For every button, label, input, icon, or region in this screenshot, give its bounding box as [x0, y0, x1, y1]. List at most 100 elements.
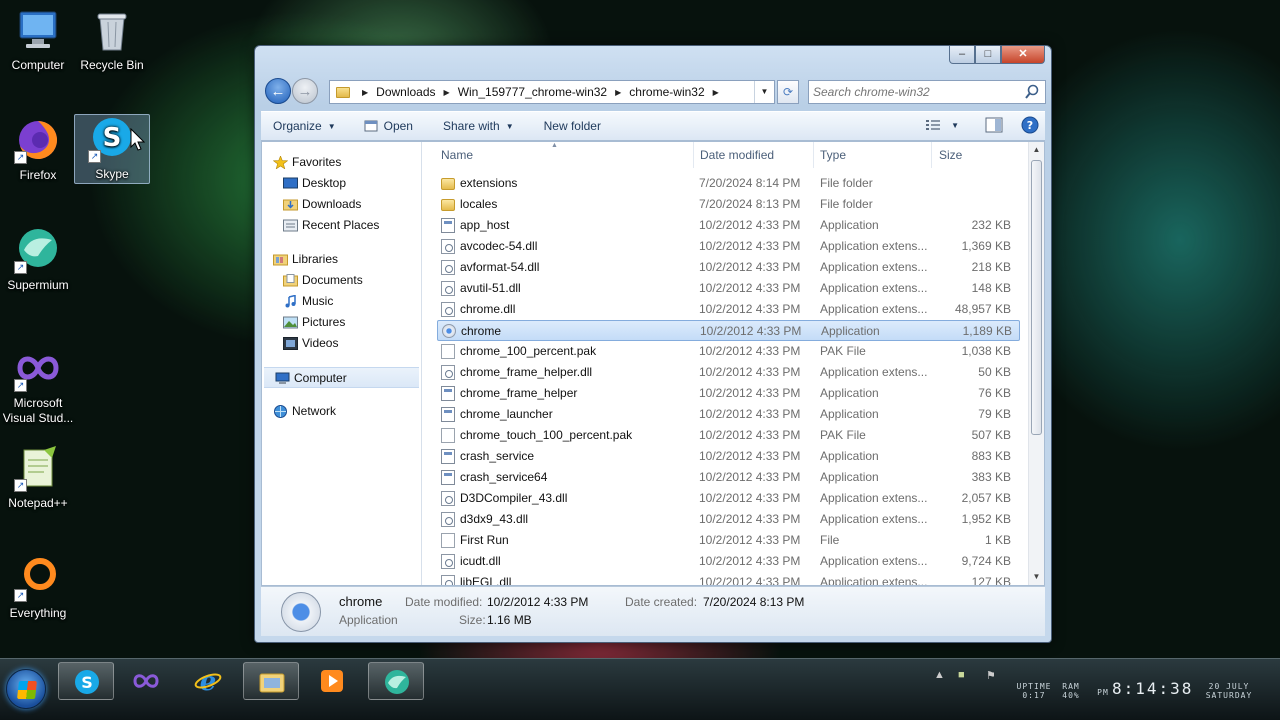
nav-label: Network [292, 404, 337, 418]
action-center-flag-icon[interactable]: ⚑ [986, 669, 996, 682]
search-box[interactable] [808, 80, 1046, 104]
file-row[interactable]: chrome_100_percent.pak 10/2/2012 4:33 PM P… [423, 341, 1028, 362]
file-name: crash_service64 [460, 470, 548, 484]
file-row[interactable]: D3DCompiler_43.dll 10/2/2012 4:33 PM Appli… [423, 488, 1028, 509]
nav-item-computer[interactable]: Computer [264, 367, 419, 388]
file-type: File [820, 533, 840, 547]
nav-item-recent-places[interactable]: Recent Places [262, 215, 421, 236]
folder-icon [336, 86, 350, 98]
new-folder-label: New folder [543, 119, 601, 133]
column-header-type[interactable]: Type [820, 142, 920, 168]
desktop-icon-everything[interactable]: ↗ Everything [0, 554, 76, 621]
file-row[interactable]: First Run 10/2/2012 4:33 PM File 1 KB [423, 530, 1028, 551]
desktop-icon-recycle-bin[interactable]: Recycle Bin [74, 6, 150, 73]
taskbar-app-media-player[interactable] [304, 662, 360, 700]
chevron-right-icon[interactable]: ▶ [615, 88, 621, 97]
file-row[interactable]: chrome_touch_100_percent.pak 10/2/2012 4:… [423, 425, 1028, 446]
show-hidden-icons-chevron-up-icon[interactable]: ▲ [934, 669, 945, 681]
column-divider[interactable] [813, 142, 814, 168]
file-row[interactable]: locales 7/20/2024 8:13 PM File folder [423, 194, 1028, 215]
nav-item-videos[interactable]: Videos [262, 333, 421, 354]
clock-time[interactable]: 8:14:38 [1112, 679, 1193, 698]
scroll-up-icon[interactable]: ▲ [1029, 142, 1044, 158]
breadcrumb-win-159777[interactable]: Win_159777_chrome-win32 [458, 85, 607, 99]
column-header-date-modified[interactable]: Date modified [700, 142, 810, 168]
scrollbar-thumb[interactable] [1031, 160, 1042, 435]
back-button[interactable]: ← [265, 78, 291, 104]
file-row[interactable]: app_host 10/2/2012 4:33 PM Application 232 … [423, 215, 1028, 236]
breadcrumb-downloads[interactable]: Downloads [376, 85, 435, 99]
file-row[interactable]: avformat-54.dll 10/2/2012 4:33 PM Applicat… [423, 257, 1028, 278]
file-row[interactable]: chrome_launcher 10/2/2012 4:33 PM Applicat… [423, 404, 1028, 425]
address-bar[interactable]: ▶ Downloads ▶ Win_159777_chrome-win32 ▶ … [329, 80, 775, 104]
clock-weekday[interactable]: SATURDAY [1194, 692, 1264, 700]
file-row[interactable]: extensions 7/20/2024 8:14 PM File folder [423, 173, 1028, 194]
chevron-right-icon[interactable]: ▶ [362, 88, 368, 97]
search-icon[interactable] [1025, 84, 1039, 100]
file-row[interactable]: chrome_frame_helper 10/2/2012 4:33 PM Appl… [423, 383, 1028, 404]
file-row[interactable]: libEGL.dll 10/2/2012 4:33 PM Application e… [423, 572, 1028, 585]
file-row[interactable]: avutil-51.dll 10/2/2012 4:33 PM Applicatio… [423, 278, 1028, 299]
nav-item-documents[interactable]: Documents [262, 270, 421, 291]
file-row[interactable]: chrome 10/2/2012 4:33 PM Application 1,189 … [437, 320, 1020, 341]
tray-app-icon[interactable]: ■ [958, 669, 965, 681]
taskbar-app-visual-studio[interactable] [118, 662, 174, 700]
search-input[interactable] [809, 81, 1009, 103]
file-size: 50 KB [978, 365, 1011, 379]
share-with-menu-button[interactable]: Share with ▼ [423, 119, 524, 133]
dll-icon [441, 512, 455, 527]
column-header-size[interactable]: Size [939, 142, 1009, 168]
file-name: locales [460, 197, 498, 211]
taskbar-app-windows-explorer[interactable] [243, 662, 299, 700]
nav-item-desktop[interactable]: Desktop [262, 173, 421, 194]
refresh-button[interactable]: ⟳ [777, 80, 799, 104]
taskbar-app-supermium[interactable] [368, 662, 424, 700]
new-folder-button[interactable]: New folder [524, 119, 611, 133]
file-name: chrome.dll [460, 302, 516, 316]
taskbar-app-internet-explorer[interactable]: e [180, 662, 236, 700]
nav-item-network[interactable]: Network [262, 401, 421, 422]
file-name: D3DCompiler_43.dll [460, 491, 568, 505]
desktop-icon-visual-studio[interactable]: ↗ Microsoft Visual Stud... [0, 344, 76, 426]
taskbar-app-skype[interactable]: S [58, 662, 114, 700]
open-button[interactable]: Open [346, 119, 423, 133]
start-button[interactable] [6, 669, 46, 709]
address-history-dropdown[interactable]: ▼ [754, 81, 774, 103]
nav-label: Videos [302, 336, 339, 350]
desktop-icon-computer[interactable]: Computer [0, 6, 76, 73]
clock-date[interactable]: 20 JULY [1194, 683, 1264, 691]
scroll-down-icon[interactable]: ▼ [1029, 569, 1044, 585]
nav-item-downloads[interactable]: Downloads [262, 194, 421, 215]
supermium-icon: ↗ [14, 226, 62, 274]
desktop-icon-supermium[interactable]: ↗ Supermium [0, 226, 76, 293]
chevron-right-icon[interactable]: ▶ [444, 88, 450, 97]
nav-item-favorites[interactable]: Favorites [262, 152, 421, 173]
nav-label: Desktop [302, 176, 347, 190]
file-row[interactable]: chrome.dll 10/2/2012 4:33 PM Application e… [423, 299, 1028, 320]
vertical-scrollbar[interactable]: ▲ ▼ [1028, 142, 1044, 585]
desktop-icon-firefox[interactable]: ↗ Firefox [0, 116, 76, 183]
forward-button[interactable]: → [292, 78, 318, 104]
file-row[interactable]: crash_service64 10/2/2012 4:33 PM Applicat… [423, 467, 1028, 488]
change-view-icon[interactable] [925, 118, 941, 132]
help-icon[interactable]: ? [1021, 116, 1039, 134]
file-row[interactable]: crash_service 10/2/2012 4:33 PM Applicatio… [423, 446, 1028, 467]
breadcrumb-chrome-win32[interactable]: chrome-win32 [629, 85, 704, 99]
view-options-chevron-down-icon[interactable]: ▼ [951, 121, 959, 130]
file-row[interactable]: chrome_frame_helper.dll 10/2/2012 4:33 PM… [423, 362, 1028, 383]
nav-item-music[interactable]: Music [262, 291, 421, 312]
organize-menu-button[interactable]: Organize ▼ [261, 119, 346, 133]
file-row[interactable]: icudt.dll 10/2/2012 4:33 PM Application ex… [423, 551, 1028, 572]
nav-item-libraries[interactable]: Libraries [262, 249, 421, 270]
column-divider[interactable] [693, 142, 694, 168]
chevron-right-icon[interactable]: ▶ [713, 88, 719, 97]
close-button[interactable]: ✕ [1001, 46, 1045, 64]
desktop-icon-notepad-plus-plus[interactable]: ↗ Notepad++ [0, 444, 76, 511]
nav-item-pictures[interactable]: Pictures [262, 312, 421, 333]
column-divider[interactable] [931, 142, 932, 168]
maximize-button[interactable]: □ [975, 46, 1001, 64]
minimize-button[interactable]: – [949, 46, 975, 64]
file-row[interactable]: d3dx9_43.dll 10/2/2012 4:33 PM Application… [423, 509, 1028, 530]
file-row[interactable]: avcodec-54.dll 10/2/2012 4:33 PM Applicati… [423, 236, 1028, 257]
preview-pane-icon[interactable] [985, 117, 1003, 133]
